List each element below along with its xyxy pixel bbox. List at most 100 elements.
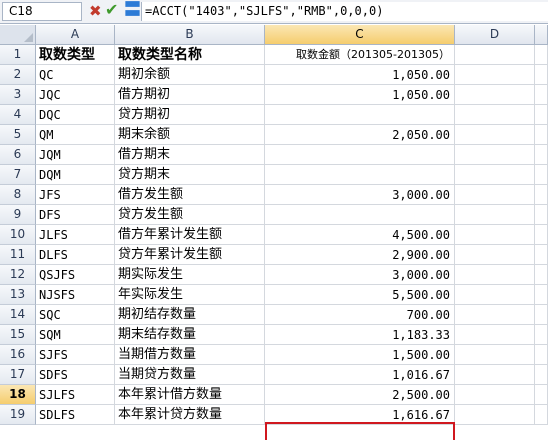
row-header[interactable]: 16	[0, 345, 36, 365]
cell-amount[interactable]: 1,050.00	[265, 85, 455, 105]
cell-type-name[interactable]: 贷方期末	[115, 165, 265, 185]
cell-empty-d[interactable]	[455, 325, 535, 345]
cell-amount[interactable]	[265, 165, 455, 185]
cell-empty-d[interactable]	[455, 145, 535, 165]
cell-type-code[interactable]: SQM	[36, 325, 115, 345]
cell-empty-e[interactable]	[535, 385, 548, 405]
row-header[interactable]: 11	[0, 245, 36, 265]
cell-type-name[interactable]: 本年累计贷方数量	[115, 405, 265, 425]
cell-type-name[interactable]: 期初结存数量	[115, 305, 265, 325]
cell-type-name[interactable]: 贷方年累计发生额	[115, 245, 265, 265]
cell-empty-d[interactable]	[455, 65, 535, 85]
cell-empty-e[interactable]	[535, 45, 548, 65]
column-header-a[interactable]: A	[36, 25, 115, 45]
cell-type-code[interactable]: JLFS	[36, 225, 115, 245]
cell-amount[interactable]: 1,016.67	[265, 365, 455, 385]
cell-empty-d[interactable]	[455, 205, 535, 225]
cell-empty-e[interactable]	[535, 365, 548, 385]
cell-type-name[interactable]: 当期贷方数量	[115, 365, 265, 385]
cell-empty-d[interactable]	[455, 125, 535, 145]
cell-empty-e[interactable]	[535, 145, 548, 165]
cell-empty-d[interactable]	[455, 345, 535, 365]
cell-amount[interactable]: 700.00	[265, 305, 455, 325]
row-header[interactable]: 4	[0, 105, 36, 125]
cell-type-name[interactable]: 贷方发生额	[115, 205, 265, 225]
row-header[interactable]: 10	[0, 225, 36, 245]
cell-empty-e[interactable]	[535, 285, 548, 305]
cell-type-code[interactable]: SDFS	[36, 365, 115, 385]
row-header[interactable]: 5	[0, 125, 36, 145]
cell-amount[interactable]	[265, 105, 455, 125]
cell-amount[interactable]: 3,000.00	[265, 265, 455, 285]
cell-empty-e[interactable]	[535, 225, 548, 245]
cell-type-name[interactable]: 期末结存数量	[115, 325, 265, 345]
cell-empty-d[interactable]	[455, 285, 535, 305]
row-header[interactable]: 2	[0, 65, 36, 85]
cell-type-name[interactable]: 期末余额	[115, 125, 265, 145]
cell-type-name[interactable]: 借方期末	[115, 145, 265, 165]
cell-type-code[interactable]: 取数类型	[36, 45, 115, 65]
cell-empty-e[interactable]	[535, 345, 548, 365]
cell-amount[interactable]: 1,183.33	[265, 325, 455, 345]
cell-amount[interactable]	[265, 205, 455, 225]
cell-empty-e[interactable]	[535, 65, 548, 85]
cell-amount[interactable]	[265, 145, 455, 165]
cell-type-code[interactable]: SJFS	[36, 345, 115, 365]
cell-empty-e[interactable]	[535, 185, 548, 205]
insert-function-icon[interactable]: 〓	[124, 1, 141, 20]
cell-empty-d[interactable]	[455, 365, 535, 385]
cell-type-code[interactable]: DQM	[36, 165, 115, 185]
cell-amount[interactable]: 1,050.00	[265, 65, 455, 85]
cell-empty-e[interactable]	[535, 125, 548, 145]
column-header-d[interactable]: D	[455, 25, 535, 45]
cell-empty-e[interactable]	[535, 85, 548, 105]
select-all-corner[interactable]	[0, 25, 36, 45]
cell-type-name[interactable]: 取数类型名称	[115, 45, 265, 65]
row-header[interactable]: 12	[0, 265, 36, 285]
cell-empty-d[interactable]	[455, 245, 535, 265]
cell-amount[interactable]: 4,500.00	[265, 225, 455, 245]
cell-type-code[interactable]: SJLFS	[36, 385, 115, 405]
cell-empty-d[interactable]	[455, 265, 535, 285]
row-header[interactable]: 18	[0, 385, 36, 405]
row-header[interactable]: 3	[0, 85, 36, 105]
cell-empty-d[interactable]	[455, 85, 535, 105]
row-header[interactable]: 6	[0, 145, 36, 165]
cell-type-name[interactable]: 借方发生额	[115, 185, 265, 205]
cell-type-name[interactable]: 当期借方数量	[115, 345, 265, 365]
cell-empty-d[interactable]	[455, 225, 535, 245]
cell-amount[interactable]: 5,500.00	[265, 285, 455, 305]
cell-type-code[interactable]: QSJFS	[36, 265, 115, 285]
cell-type-code[interactable]: NJSFS	[36, 285, 115, 305]
cell-type-name[interactable]: 期实际发生	[115, 265, 265, 285]
row-header[interactable]: 17	[0, 365, 36, 385]
row-header[interactable]: 15	[0, 325, 36, 345]
cell-type-name[interactable]: 期初余额	[115, 65, 265, 85]
cell-amount[interactable]: 1,500.00	[265, 345, 455, 365]
cell-type-code[interactable]: JQM	[36, 145, 115, 165]
cell-type-code[interactable]: SDLFS	[36, 405, 115, 425]
name-box[interactable]: C18	[2, 2, 82, 21]
cell-empty-d[interactable]	[455, 45, 535, 65]
row-header[interactable]: 13	[0, 285, 36, 305]
formula-input[interactable]: =ACCT("1403","SJLFS","RMB",0,0,0)	[141, 2, 548, 21]
cell-empty-d[interactable]	[455, 105, 535, 125]
cell-empty-e[interactable]	[535, 245, 548, 265]
cell-empty-e[interactable]	[535, 165, 548, 185]
cell-empty-d[interactable]	[455, 185, 535, 205]
cell-type-code[interactable]: DQC	[36, 105, 115, 125]
cancel-icon[interactable]: ✖	[89, 2, 102, 20]
cell-type-code[interactable]: JQC	[36, 85, 115, 105]
cell-type-name[interactable]: 年实际发生	[115, 285, 265, 305]
cell-amount[interactable]: 取数金额（201305-201305）	[265, 45, 455, 65]
enter-check-icon[interactable]: ✔	[105, 1, 118, 19]
column-header-b[interactable]: B	[115, 25, 265, 45]
row-header[interactable]: 19	[0, 405, 36, 425]
cell-empty-e[interactable]	[535, 205, 548, 225]
cell-type-code[interactable]: JFS	[36, 185, 115, 205]
cell-type-name[interactable]: 贷方期初	[115, 105, 265, 125]
cell-type-code[interactable]: DLFS	[36, 245, 115, 265]
cell-empty-d[interactable]	[455, 165, 535, 185]
cell-type-name[interactable]: 借方年累计发生额	[115, 225, 265, 245]
cell-empty-e[interactable]	[535, 105, 548, 125]
